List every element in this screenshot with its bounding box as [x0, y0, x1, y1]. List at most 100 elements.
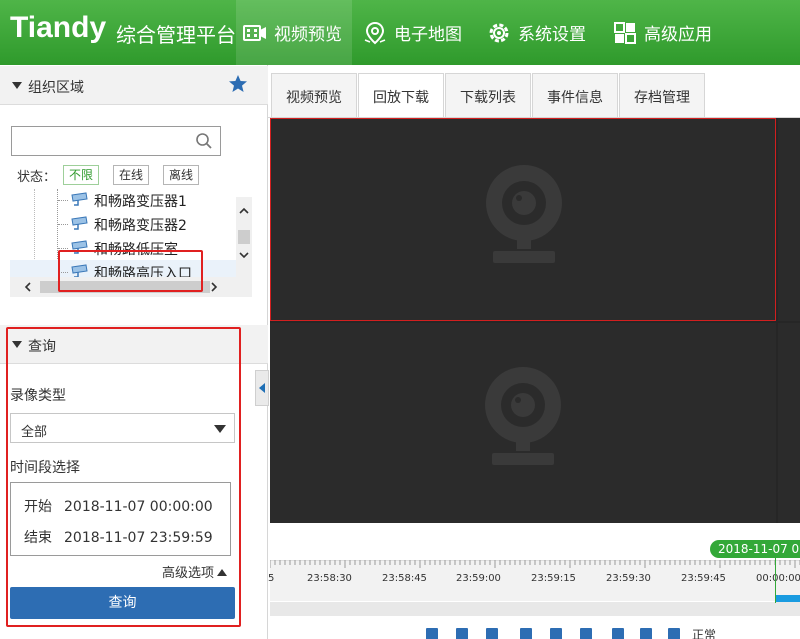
scroll-thumb[interactable]: [238, 230, 250, 244]
chevron-up-icon: [217, 569, 228, 576]
timeline-tick-label: 23:59:30: [606, 573, 651, 584]
timeline-tick-label: 23:58:45: [382, 573, 427, 584]
org-section-title: 组织区域: [28, 80, 84, 96]
tree-connector: [58, 200, 68, 201]
video-area: [270, 118, 800, 523]
timeline-ticks: [270, 560, 800, 568]
time-range-box[interactable]: 开始 2018-11-07 00:00:00 结束 2018-11-07 23:59…: [10, 482, 231, 556]
search-icon[interactable]: [195, 132, 213, 150]
org-search-input[interactable]: [14, 129, 189, 153]
platform-title: 综合管理平台: [116, 23, 236, 47]
time-range-label: 时间段选择: [10, 460, 80, 476]
timeline-current-time: 2018-11-07 00: [710, 540, 800, 558]
webcam-placeholder-icon: [486, 165, 562, 263]
camera-icon: [71, 192, 88, 206]
webcam-placeholder-icon: [485, 367, 561, 465]
timeline-tick-label: 23:59:45: [681, 573, 726, 584]
start-time-label: 开始: [24, 499, 52, 515]
end-time-label: 结束: [24, 530, 52, 546]
collapse-triangle-icon: [12, 341, 22, 348]
nav-advanced-apps[interactable]: 高级应用: [612, 0, 712, 65]
nav-video-preview[interactable]: 视频预览: [236, 0, 352, 65]
tree-item-label: 和畅路变压器1: [94, 194, 187, 210]
nav-system-label: 系统设置: [518, 25, 586, 45]
star-icon[interactable]: [228, 74, 248, 94]
end-time-value[interactable]: 2018-11-07 23:59:59: [64, 530, 213, 546]
video-pane[interactable]: [778, 118, 800, 321]
tab-video-preview[interactable]: 视频预览: [271, 73, 357, 118]
slow-icon[interactable]: [426, 628, 438, 639]
nav-map-label: 电子地图: [394, 25, 462, 45]
tree-item-label: 和畅路变压器2: [94, 218, 187, 234]
panel-collapse-handle[interactable]: [255, 370, 269, 406]
tab-download-list[interactable]: 下载列表: [445, 73, 531, 118]
highlight-box: [58, 250, 203, 292]
tiandy-logo: Tiandy: [10, 11, 107, 44]
playback-timeline[interactable]: 5 23:58:30 23:58:45 23:59:00 23:59:15 23…: [268, 523, 800, 618]
end-time-row[interactable]: 结束 2018-11-07 23:59:59: [24, 527, 213, 547]
stop-icon[interactable]: [580, 628, 592, 639]
chevron-up-icon[interactable]: [238, 205, 250, 217]
tab-archive-management[interactable]: 存档管理: [619, 73, 705, 118]
tree-vertical-scrollbar[interactable]: [236, 197, 252, 289]
advanced-options-toggle[interactable]: 高级选项: [162, 562, 228, 581]
map-pin-icon: [364, 21, 386, 44]
advanced-options-label: 高级选项: [162, 566, 215, 581]
top-header: Tiandy 综合管理平台 视频预览 电子地图 系统设置 高级应用: [0, 0, 800, 65]
grid-icon: [614, 21, 636, 44]
status-filter-online[interactable]: 在线: [113, 165, 150, 185]
chevron-right-icon[interactable]: [208, 281, 220, 293]
chevron-down-icon[interactable]: [238, 249, 250, 261]
tree-item-camera[interactable]: 和畅路变压器1: [10, 189, 236, 212]
camera-icon: [71, 216, 88, 230]
video-pane[interactable]: [270, 323, 776, 523]
play-icon[interactable]: [550, 628, 562, 639]
rewind-icon[interactable]: [456, 628, 468, 639]
video-pane[interactable]: [778, 323, 800, 523]
timeline-track[interactable]: [270, 602, 800, 616]
timeline-tick-label: 00:00:00: [756, 573, 800, 584]
timeline-tick-label: 23:58:30: [307, 573, 352, 584]
gear-icon: [489, 23, 509, 42]
recording-segment[interactable]: [775, 595, 800, 602]
fast-forward-icon[interactable]: [668, 628, 680, 639]
query-section-title: 查询: [28, 339, 56, 355]
record-type-select[interactable]: 全部: [10, 413, 235, 443]
nav-system-settings[interactable]: 系统设置: [486, 0, 586, 65]
step-back-icon[interactable]: [486, 628, 498, 639]
collapse-triangle-icon: [12, 82, 22, 89]
tree-item-camera[interactable]: 和畅路变压器2: [10, 212, 236, 236]
status-filter-all[interactable]: 不限: [63, 165, 100, 185]
tree-connector: [58, 224, 68, 225]
query-button[interactable]: 查询: [10, 587, 235, 619]
timeline-tick-label: 5: [268, 573, 275, 584]
frame-back-icon[interactable]: [612, 628, 624, 639]
nav-video-label: 视频预览: [274, 25, 342, 45]
timeline-tick-label: 23:59:00: [456, 573, 501, 584]
record-type-label: 录像类型: [10, 388, 66, 404]
start-time-value[interactable]: 2018-11-07 00:00:00: [64, 499, 213, 515]
tab-playback-download[interactable]: 回放下载: [358, 73, 444, 119]
timeline-tick-label: 23:59:15: [531, 573, 576, 584]
chevron-left-icon[interactable]: [22, 281, 34, 293]
video-pane-selected[interactable]: [270, 118, 776, 321]
prev-icon[interactable]: [520, 628, 532, 639]
query-section-header[interactable]: 查询: [0, 325, 268, 364]
tree-connector: [58, 248, 68, 249]
dropdown-caret-icon: [214, 425, 226, 433]
playback-speed-label: 正常: [692, 628, 717, 639]
playback-controls: 正常: [420, 626, 800, 639]
collapse-left-icon: [259, 383, 265, 393]
status-label: 状态：: [17, 170, 57, 185]
tab-event-info[interactable]: 事件信息: [532, 73, 618, 118]
frame-forward-icon[interactable]: [640, 628, 652, 639]
video-icon: [243, 24, 266, 41]
start-time-row[interactable]: 开始 2018-11-07 00:00:00: [24, 496, 213, 516]
nav-e-map[interactable]: 电子地图: [362, 0, 462, 65]
nav-advanced-label: 高级应用: [644, 25, 712, 45]
org-search-box[interactable]: [11, 126, 221, 156]
status-filter-offline[interactable]: 离线: [163, 165, 200, 185]
record-type-value: 全部: [21, 425, 48, 440]
tab-bar: 视频预览 回放下载 下载列表 事件信息 存档管理: [268, 65, 800, 119]
org-section-header[interactable]: 组织区域: [0, 66, 268, 105]
